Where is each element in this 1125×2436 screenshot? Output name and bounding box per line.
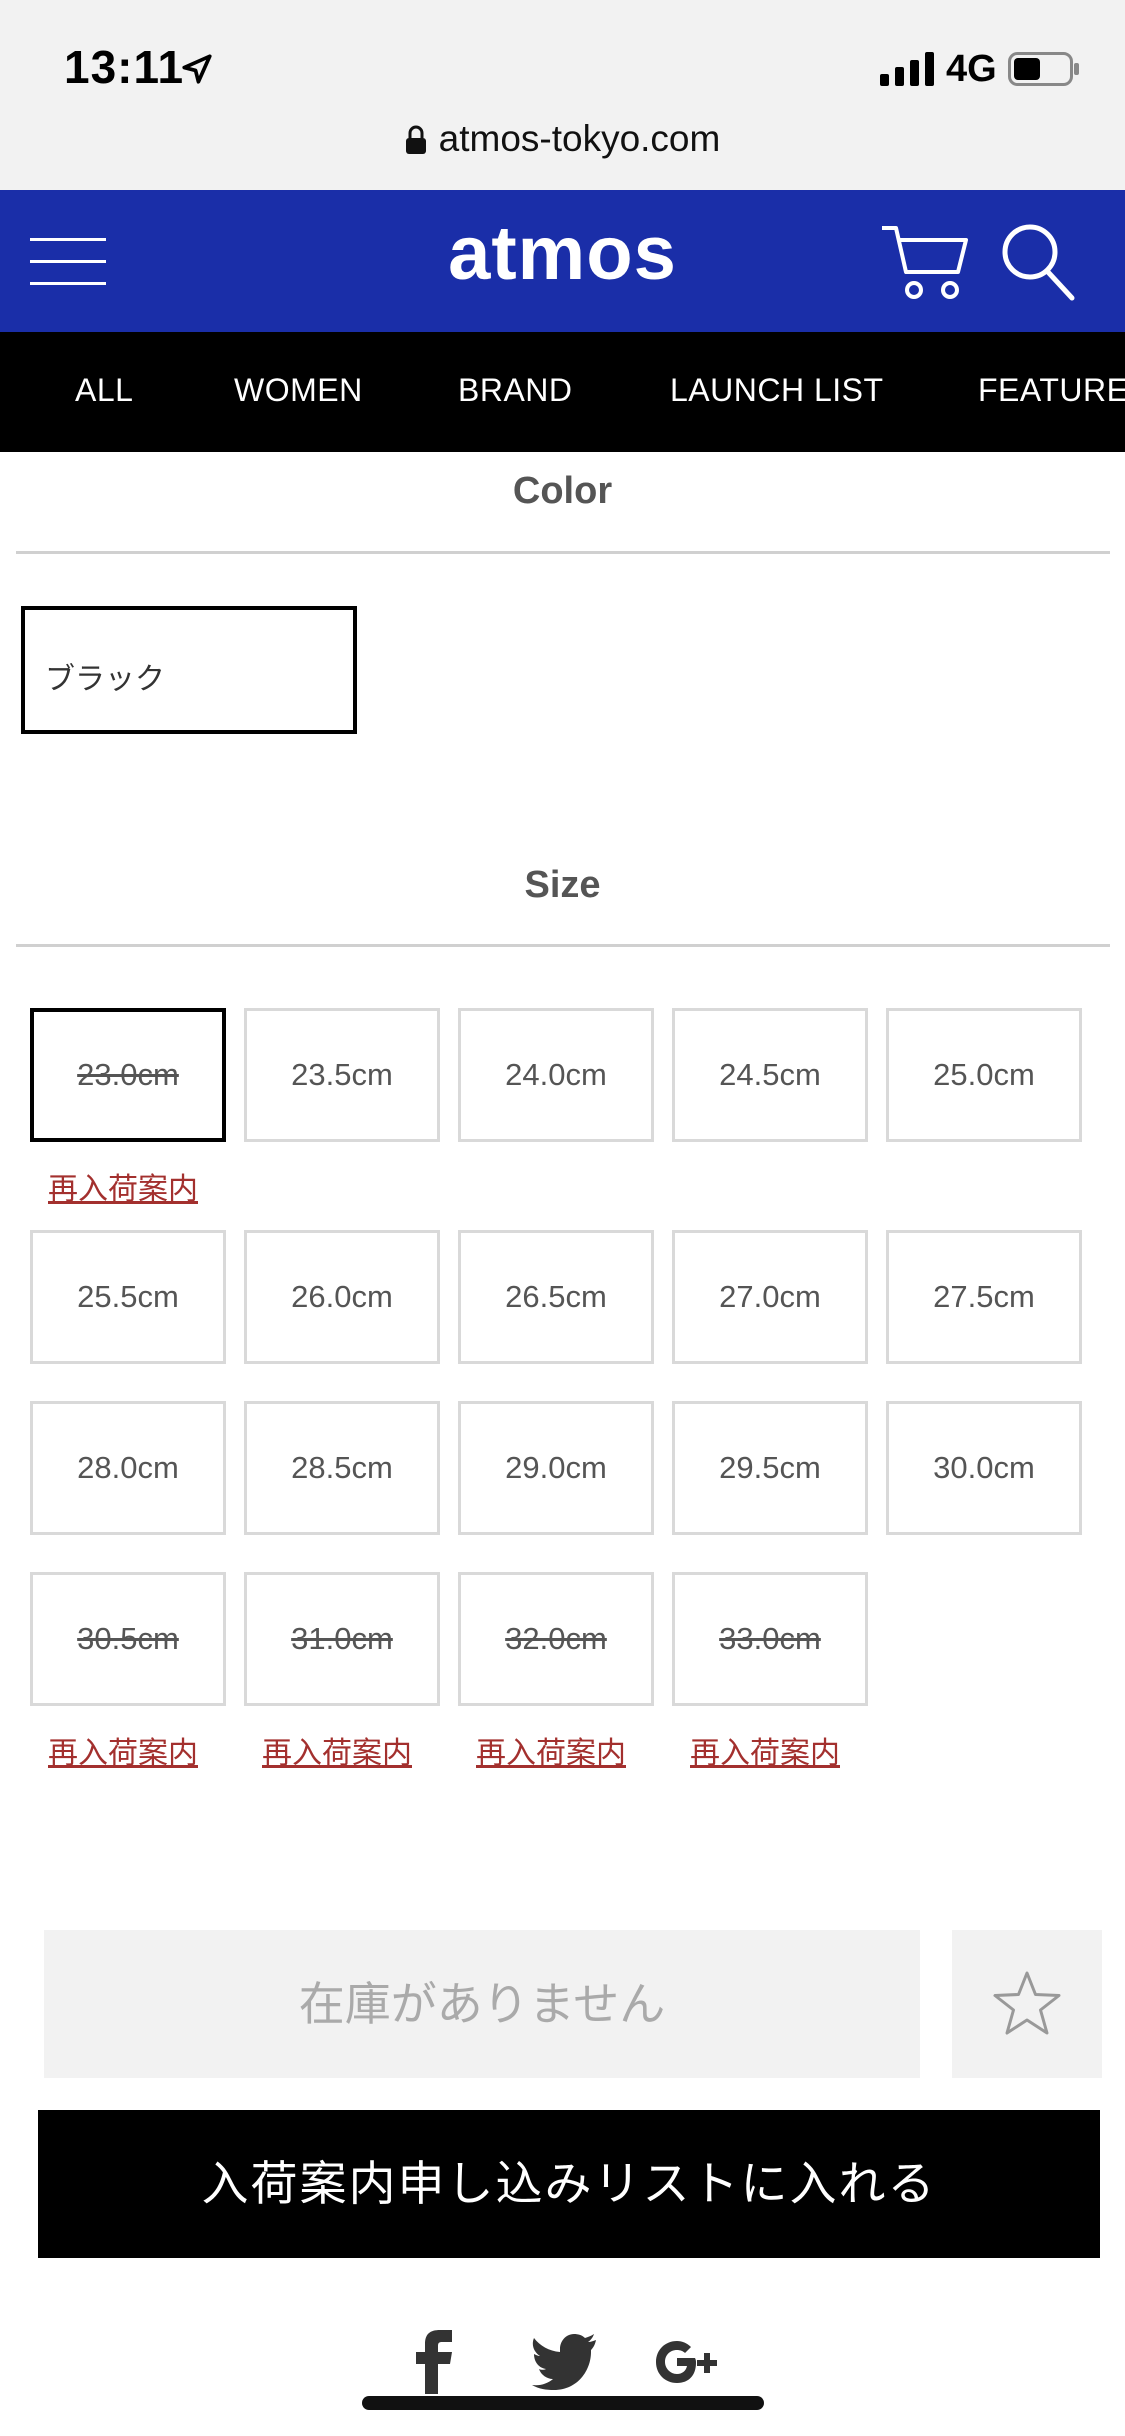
size-label: 28.5cm: [291, 1450, 393, 1485]
size-label: 24.0cm: [505, 1057, 607, 1092]
size-option-26-0[interactable]: 26.0cm: [244, 1230, 440, 1364]
restock-link-32-0[interactable]: 再入荷案内: [453, 1728, 649, 1772]
size-label: 33.0cm: [719, 1621, 821, 1656]
restock-link-31-0[interactable]: 再入荷案内: [239, 1728, 435, 1772]
size-label: 23.5cm: [291, 1057, 393, 1092]
restock-link-23-0[interactable]: 再入荷案内: [25, 1164, 221, 1208]
size-option-30-0[interactable]: 30.0cm: [886, 1401, 1082, 1535]
home-indicator[interactable]: [362, 2396, 764, 2410]
size-option-25-5[interactable]: 25.5cm: [30, 1230, 226, 1364]
size-option-28-5[interactable]: 28.5cm: [244, 1401, 440, 1535]
size-option-30-5[interactable]: 30.5cm: [30, 1572, 226, 1706]
divider: [16, 551, 1110, 554]
color-section-title: Color: [512, 470, 613, 512]
size-option-24-0[interactable]: 24.0cm: [458, 1008, 654, 1142]
size-label: 31.0cm: [291, 1621, 393, 1656]
twitter-icon[interactable]: [532, 2334, 596, 2390]
star-icon: [993, 1971, 1061, 2035]
size-label: 26.0cm: [291, 1279, 393, 1314]
nav-item-all[interactable]: ALL: [75, 332, 133, 452]
size-option-29-0[interactable]: 29.0cm: [458, 1401, 654, 1535]
size-option-29-5[interactable]: 29.5cm: [672, 1401, 868, 1535]
status-time: 13:11: [64, 41, 185, 93]
google-plus-icon[interactable]: [654, 2334, 730, 2390]
size-option-24-5[interactable]: 24.5cm: [672, 1008, 868, 1142]
size-label: 32.0cm: [505, 1621, 607, 1656]
status-bar: 13:11 4G atmos-tokyo.com: [0, 0, 1125, 190]
size-label: 27.5cm: [933, 1279, 1035, 1314]
add-to-restock-list-button[interactable]: 入荷案内申し込みリストに入れる: [38, 2110, 1100, 2258]
size-label: 25.5cm: [77, 1279, 179, 1314]
size-option-31-0[interactable]: 31.0cm: [244, 1572, 440, 1706]
size-label: 28.0cm: [77, 1450, 179, 1485]
size-option-25-0[interactable]: 25.0cm: [886, 1008, 1082, 1142]
favorite-button[interactable]: [952, 1930, 1102, 2078]
battery-icon: [1008, 52, 1079, 86]
divider: [16, 944, 1110, 947]
nav-item-women[interactable]: WOMEN: [234, 332, 363, 452]
url-text: atmos-tokyo.com: [438, 118, 721, 159]
signal-icon: [880, 52, 934, 86]
size-label: 29.5cm: [719, 1450, 821, 1485]
address-bar[interactable]: atmos-tokyo.com: [0, 118, 1125, 160]
size-label: 30.0cm: [933, 1450, 1035, 1485]
size-option-28-0[interactable]: 28.0cm: [30, 1401, 226, 1535]
size-option-32-0[interactable]: 32.0cm: [458, 1572, 654, 1706]
color-option-label: ブラック: [45, 663, 165, 696]
location-arrow-icon: [182, 54, 212, 84]
size-label: 26.5cm: [505, 1279, 607, 1314]
size-option-33-0[interactable]: 33.0cm: [672, 1572, 868, 1706]
size-label: 25.0cm: [933, 1057, 1035, 1092]
category-nav: ALL WOMEN BRAND LAUNCH LIST FEATURES: [0, 332, 1125, 452]
size-option-23-5[interactable]: 23.5cm: [244, 1008, 440, 1142]
site-header: atmos: [0, 190, 1125, 332]
size-option-26-5[interactable]: 26.5cm: [458, 1230, 654, 1364]
nav-item-features[interactable]: FEATURES: [978, 332, 1125, 452]
size-label: 27.0cm: [719, 1279, 821, 1314]
restock-link-30-5[interactable]: 再入荷案内: [25, 1728, 221, 1772]
size-section-title: Size: [524, 864, 601, 906]
size-label: 24.5cm: [719, 1057, 821, 1092]
size-label: 30.5cm: [77, 1621, 179, 1656]
size-option-27-5[interactable]: 27.5cm: [886, 1230, 1082, 1364]
size-label: 23.0cm: [77, 1057, 179, 1092]
size-label: 29.0cm: [505, 1450, 607, 1485]
size-option-27-0[interactable]: 27.0cm: [672, 1230, 868, 1364]
size-option-23-0[interactable]: 23.0cm: [30, 1008, 226, 1142]
cart-icon[interactable]: [880, 220, 970, 304]
out-of-stock-button[interactable]: 在庫がありません: [44, 1930, 920, 2078]
search-icon[interactable]: [1000, 222, 1076, 302]
lock-icon: [405, 125, 426, 154]
facebook-icon[interactable]: [408, 2330, 458, 2394]
nav-item-launch-list[interactable]: LAUNCH LIST: [670, 332, 884, 452]
color-option-black[interactable]: ブラック: [21, 606, 357, 734]
nav-item-brand[interactable]: BRAND: [458, 332, 573, 452]
network-type: 4G: [946, 48, 997, 90]
restock-link-33-0[interactable]: 再入荷案内: [667, 1728, 863, 1772]
